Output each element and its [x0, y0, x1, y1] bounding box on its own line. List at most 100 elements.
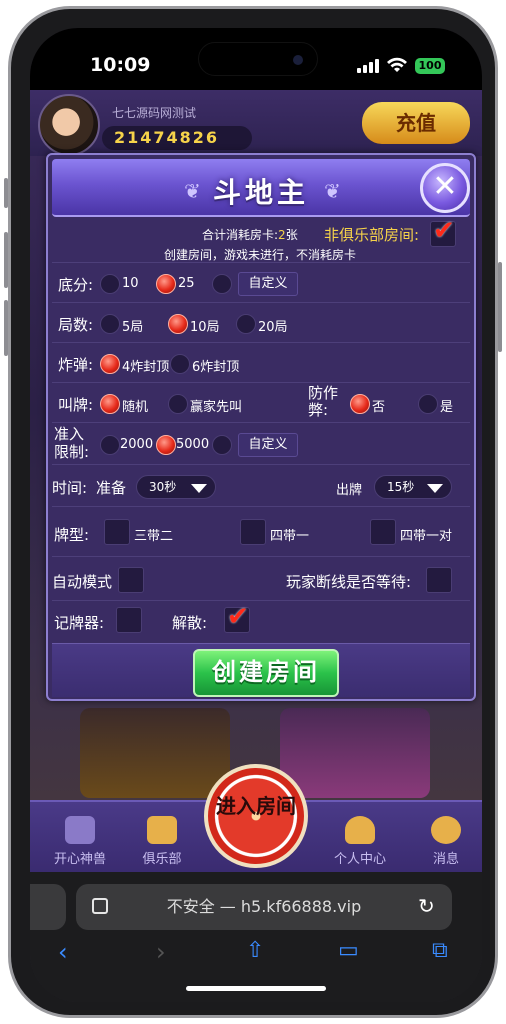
- counter-row: 记牌器: 解散:: [52, 601, 470, 641]
- enter-room-label: 进入房间: [216, 794, 296, 818]
- play-time-select[interactable]: 15秒: [374, 475, 452, 499]
- chevron-down-icon: [427, 484, 443, 493]
- cost-value: 2: [278, 228, 286, 242]
- non-club-checkbox[interactable]: [430, 216, 456, 247]
- enter-room-button[interactable]: 进入房间: [204, 764, 308, 868]
- base-score-row: 底分: 10 25 自定义: [52, 263, 470, 303]
- auto-mode-label: 自动模式: [52, 573, 113, 591]
- nav-item-club[interactable]: 俱乐部: [132, 816, 192, 867]
- bomb-6-radio[interactable]: [170, 354, 190, 374]
- dynamic-island: [198, 42, 318, 76]
- ready-label: 准备: [96, 479, 127, 497]
- base-score-25-radio[interactable]: [156, 274, 176, 294]
- anti-cheat-label: 防作弊:: [308, 384, 339, 419]
- create-room-button[interactable]: 创建房间: [193, 649, 339, 697]
- rounds-5-radio[interactable]: [100, 314, 120, 334]
- card-counter-label: 记牌器:: [54, 614, 105, 632]
- wifi-icon: [387, 57, 407, 72]
- previous-tab[interactable]: [30, 884, 66, 930]
- call-winner-radio[interactable]: [168, 394, 188, 414]
- base-score-custom-radio[interactable]: [212, 274, 232, 294]
- entry-custom-radio[interactable]: [212, 435, 232, 455]
- play-label: 出牌: [336, 483, 363, 498]
- entry-row: 准入限制: 2000 5000 自定义: [52, 423, 470, 465]
- nav-item-happy-beast[interactable]: 开心神兽: [50, 816, 110, 867]
- call-winner-label: 赢家先叫: [190, 400, 243, 415]
- three-with-two-checkbox[interactable]: [104, 519, 130, 545]
- non-club-label: 非俱乐部房间:: [324, 226, 420, 244]
- ready-time-select[interactable]: 30秒: [136, 475, 216, 499]
- page-menu-icon[interactable]: [92, 898, 108, 914]
- four-with-pair-checkbox[interactable]: [370, 519, 396, 545]
- base-score-custom-button[interactable]: 自定义: [238, 272, 298, 296]
- signal-icon: [357, 59, 381, 73]
- forward-icon[interactable]: ›: [156, 938, 166, 966]
- share-icon[interactable]: ⇧: [246, 938, 264, 963]
- cost-row: 合计消耗房卡:2张 非俱乐部房间: 创建房间，游戏未进行，不消耗房卡: [52, 216, 470, 263]
- close-button[interactable]: ✕: [420, 163, 470, 213]
- anti-cheat-yes-label: 是: [440, 400, 454, 415]
- auto-mode-checkbox[interactable]: [118, 567, 144, 593]
- four-with-one-label: 四带一: [270, 529, 310, 544]
- rounds-20-label: 20局: [258, 320, 288, 335]
- wait-disconnect-checkbox[interactable]: [426, 567, 452, 593]
- cost-label: 合计消耗房卡:2张: [202, 226, 298, 243]
- nav-item-label: 俱乐部: [142, 852, 182, 867]
- phone-frame: 10:09 100 七七源码网测试 21474826 充值 开心神兽 俱乐部 个…: [8, 6, 498, 1018]
- chevron-down-icon: [191, 484, 207, 493]
- anti-cheat-no-radio[interactable]: [350, 394, 370, 414]
- bookmarks-icon[interactable]: ▭: [338, 938, 359, 963]
- person-icon: [345, 816, 375, 844]
- avatar[interactable]: [38, 94, 100, 156]
- back-icon[interactable]: ‹: [58, 938, 68, 966]
- call-random-label: 随机: [122, 400, 149, 415]
- rounds-row: 局数: 5局 10局 20局: [52, 303, 470, 343]
- bomb-4-label: 4炸封顶: [122, 360, 170, 375]
- reload-icon[interactable]: ↻: [418, 894, 435, 918]
- call-random-radio[interactable]: [100, 394, 120, 414]
- nav-item-profile[interactable]: 个人中心: [330, 816, 390, 867]
- ready-time-value: 30秒: [149, 480, 177, 494]
- cost-unit: 张: [285, 228, 298, 242]
- rounds-5-label: 5局: [122, 320, 144, 335]
- card-counter-checkbox[interactable]: [116, 607, 142, 633]
- nav-item-label: 个人中心: [333, 852, 386, 867]
- close-icon: ✕: [432, 169, 458, 204]
- base-score-label: 底分:: [58, 276, 94, 294]
- card-type-label: 牌型:: [54, 526, 90, 544]
- player-nickname: 七七源码网测试: [112, 106, 197, 120]
- call-label: 叫牌:: [58, 396, 94, 414]
- wait-disconnect-label: 玩家断线是否等待:: [286, 573, 412, 591]
- base-score-10-label: 10: [122, 276, 139, 291]
- rounds-10-radio[interactable]: [168, 314, 188, 334]
- rounds-10-label: 10局: [190, 320, 220, 335]
- four-with-pair-label: 四带一对: [400, 529, 453, 544]
- anti-cheat-no-label: 否: [372, 400, 386, 415]
- nav-item-label: 开心神兽: [53, 852, 106, 867]
- dissolve-checkbox[interactable]: [224, 602, 250, 633]
- chat-icon: [431, 816, 461, 844]
- base-score-10-radio[interactable]: [100, 274, 120, 294]
- dialog-header: ❦ 斗地主 ❦ ✕: [52, 159, 470, 217]
- anti-cheat-yes-radio[interactable]: [418, 394, 438, 414]
- play-time-value: 15秒: [387, 480, 415, 494]
- entry-2000-radio[interactable]: [100, 435, 120, 455]
- nav-item-messages[interactable]: 消息: [416, 816, 476, 867]
- tabs-icon[interactable]: ⧉: [432, 938, 448, 963]
- entry-5000-radio[interactable]: [156, 435, 176, 455]
- bomb-4-radio[interactable]: [100, 354, 120, 374]
- lobby-banner-right: [280, 708, 430, 798]
- rounds-20-radio[interactable]: [236, 314, 256, 334]
- url-bar[interactable]: 不安全 — h5.kf66888.vip: [76, 884, 452, 930]
- four-with-one-checkbox[interactable]: [240, 519, 266, 545]
- recharge-button[interactable]: 充值: [362, 102, 470, 144]
- dialog-body: 合计消耗房卡:2张 非俱乐部房间: 创建房间，游戏未进行，不消耗房卡 底分: 1…: [52, 216, 470, 641]
- screen: 10:09 100 七七源码网测试 21474826 充值 开心神兽 俱乐部 个…: [30, 28, 482, 1002]
- three-with-two-label: 三带二: [134, 529, 174, 544]
- time-label: 时间:: [52, 479, 88, 497]
- entry-custom-button[interactable]: 自定义: [238, 433, 298, 457]
- card-type-row: 牌型: 三带二 四带一 四带一对: [52, 507, 470, 557]
- entry-5000-label: 5000: [176, 437, 210, 452]
- coin-balance: 21474826: [102, 126, 252, 150]
- call-row: 叫牌: 随机 赢家先叫 防作弊: 否 是: [52, 383, 470, 423]
